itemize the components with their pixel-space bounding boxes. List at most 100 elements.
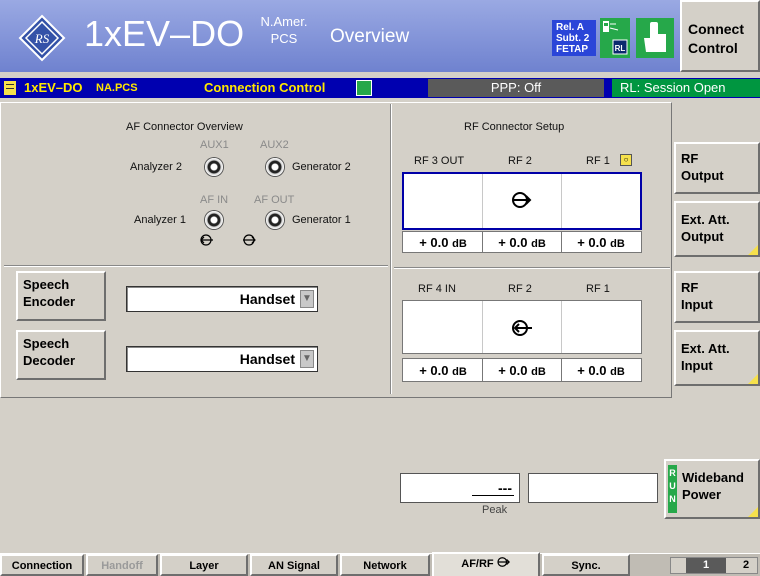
rf1-in-attenuation[interactable]: + 0.0 dB xyxy=(562,363,640,378)
rf-input-line-1: RF xyxy=(681,280,699,295)
status-phone-icon xyxy=(356,80,372,96)
tab-network[interactable]: Network xyxy=(340,554,430,576)
release-badge: Rel. A Subt. 2 FETAP xyxy=(552,20,596,56)
panel-divider-right xyxy=(394,267,670,269)
speech-decoder-line-2: Decoder xyxy=(23,353,76,368)
svg-text:RL: RL xyxy=(615,44,626,53)
rf-in-col-1: RF 4 IN xyxy=(418,283,456,295)
panel-divider-left xyxy=(4,265,388,267)
tab-connection[interactable]: Connection xyxy=(0,554,84,576)
rf-output-softkey[interactable]: RF Output xyxy=(674,142,760,194)
rf-connector-marker-icon: ○ xyxy=(620,154,632,166)
ext-att-input-softkey[interactable]: Ext. Att. Input xyxy=(674,330,760,386)
speech-encoder-line-1: Speech xyxy=(23,277,70,292)
release-line-3: FETAP xyxy=(556,44,589,55)
tab-af-rf[interactable]: AF/RF xyxy=(432,552,540,576)
rf-input-arrow-icon xyxy=(511,318,533,343)
run-letter-n: N xyxy=(669,494,676,504)
ext-att-output-line-2: Output xyxy=(681,229,724,244)
peak-label: Peak xyxy=(482,504,508,516)
rl-status: RL: Session Open xyxy=(612,79,760,97)
rf-out-col-1: RF 3 OUT xyxy=(414,155,465,167)
rf-in-sep-1 xyxy=(482,301,483,353)
mobile-status-icon: RL xyxy=(600,18,630,58)
tab-layer[interactable]: Layer xyxy=(160,554,248,576)
speech-encoder-value: Handset xyxy=(239,291,295,307)
wideband-power-softkey[interactable]: R U N Wideband Power xyxy=(664,459,760,519)
tab-sync[interactable]: Sync. xyxy=(542,554,630,576)
connect-control-line-2: Control xyxy=(688,40,738,56)
rf1-out-atten-unit: dB xyxy=(610,238,625,250)
ext-att-input-line-2: Input xyxy=(681,358,713,373)
view-title: Overview xyxy=(330,26,410,47)
rf1-out-attenuation[interactable]: + 0.0 dB xyxy=(562,235,640,250)
page-2[interactable]: 2 xyxy=(736,558,756,573)
speech-decoder-button[interactable]: Speech Decoder xyxy=(16,330,106,380)
speech-encoder-select[interactable]: Handset ▼ xyxy=(126,286,318,312)
rf-setup-title: RF Connector Setup xyxy=(464,121,565,133)
peak-value-underline xyxy=(472,495,514,496)
run-indicator: R U N xyxy=(668,465,677,513)
rf-out-col-2: RF 2 xyxy=(508,155,532,167)
ext-att-output-softkey[interactable]: Ext. Att. Output xyxy=(674,201,760,257)
af-out-label: AF OUT xyxy=(254,194,295,206)
rf-output-line-1: RF xyxy=(681,151,699,166)
af-in-connector-icon[interactable] xyxy=(205,211,223,229)
rf-input-softkey[interactable]: RF Input xyxy=(674,271,760,323)
run-letter-u: U xyxy=(669,481,676,491)
rf3-out-attenuation[interactable]: + 0.0 dB xyxy=(404,235,482,250)
ext-att-output-line-1: Ext. Att. xyxy=(681,212,730,227)
af-overview-title: AF Connector Overview xyxy=(126,121,243,133)
af-out-connector-icon[interactable] xyxy=(266,211,284,229)
aux2-connector-icon[interactable] xyxy=(266,158,284,176)
status-band: NA.PCS xyxy=(96,82,138,94)
rf4-in-attenuation[interactable]: + 0.0 dB xyxy=(404,363,482,378)
ppp-status: PPP: Off xyxy=(428,79,604,97)
rf1-out-atten-value: + 0.0 xyxy=(577,235,607,250)
wideband-power-line-1: Wideband xyxy=(682,470,744,485)
rf2-in-attenuation[interactable]: + 0.0 dB xyxy=(483,363,561,378)
band-name: PCS xyxy=(270,31,298,46)
aux1-label: AUX1 xyxy=(200,139,229,151)
rf-output-line-2: Output xyxy=(681,168,724,183)
chevron-down-icon[interactable]: ▼ xyxy=(300,350,314,368)
page-1[interactable]: 1 xyxy=(686,558,726,573)
rf-out-col-3: RF 1 xyxy=(586,155,610,167)
power-value-field xyxy=(528,473,658,503)
af-in-label: AF IN xyxy=(200,194,229,206)
aux2-label: AUX2 xyxy=(260,139,289,151)
rf2-out-atten-unit: dB xyxy=(531,238,546,250)
chevron-down-icon[interactable]: ▼ xyxy=(300,290,314,308)
rf-in-col-3: RF 1 xyxy=(586,283,610,295)
peak-value: --- xyxy=(498,480,512,496)
status-menu-title: Connection Control xyxy=(204,80,326,95)
run-letter-r: R xyxy=(669,468,676,478)
standard-title: 1xEV–DO xyxy=(84,13,245,54)
input-direction-icon xyxy=(198,233,214,252)
connect-control-line-1: Connect xyxy=(688,21,744,37)
rf-arrow-icon xyxy=(497,557,510,567)
band-label: N.Amer. PCS xyxy=(258,13,310,47)
connect-control-button[interactable]: Connect Control xyxy=(680,0,760,72)
tab-af-rf-label: AF/RF xyxy=(461,558,494,570)
aux1-connector-icon[interactable] xyxy=(205,158,223,176)
generator2-label: Generator 2 xyxy=(292,161,351,173)
rf1-in-atten-unit: dB xyxy=(610,366,625,378)
speech-decoder-select[interactable]: Handset ▼ xyxy=(126,346,318,372)
rf-in-col-2: RF 2 xyxy=(508,283,532,295)
rf1-in-atten-value: + 0.0 xyxy=(577,363,607,378)
rf-output-arrow-icon xyxy=(511,190,533,215)
tab-handoff[interactable]: Handoff xyxy=(86,554,158,576)
rf2-out-attenuation[interactable]: + 0.0 dB xyxy=(483,235,561,250)
rf4-in-atten-value: + 0.0 xyxy=(419,363,449,378)
ext-att-input-line-1: Ext. Att. xyxy=(681,341,730,356)
rs-logo-icon: RS xyxy=(18,14,66,62)
tab-an-signal[interactable]: AN Signal xyxy=(250,554,338,576)
rf-out-sep-2 xyxy=(561,174,562,228)
svg-text:RS: RS xyxy=(34,31,50,46)
speech-encoder-button[interactable]: Speech Encoder xyxy=(16,271,106,321)
menu-icon[interactable] xyxy=(4,81,16,95)
output-direction-icon xyxy=(242,233,258,252)
rf2-in-atten-value: + 0.0 xyxy=(498,363,528,378)
rf-input-line-2: Input xyxy=(681,297,713,312)
